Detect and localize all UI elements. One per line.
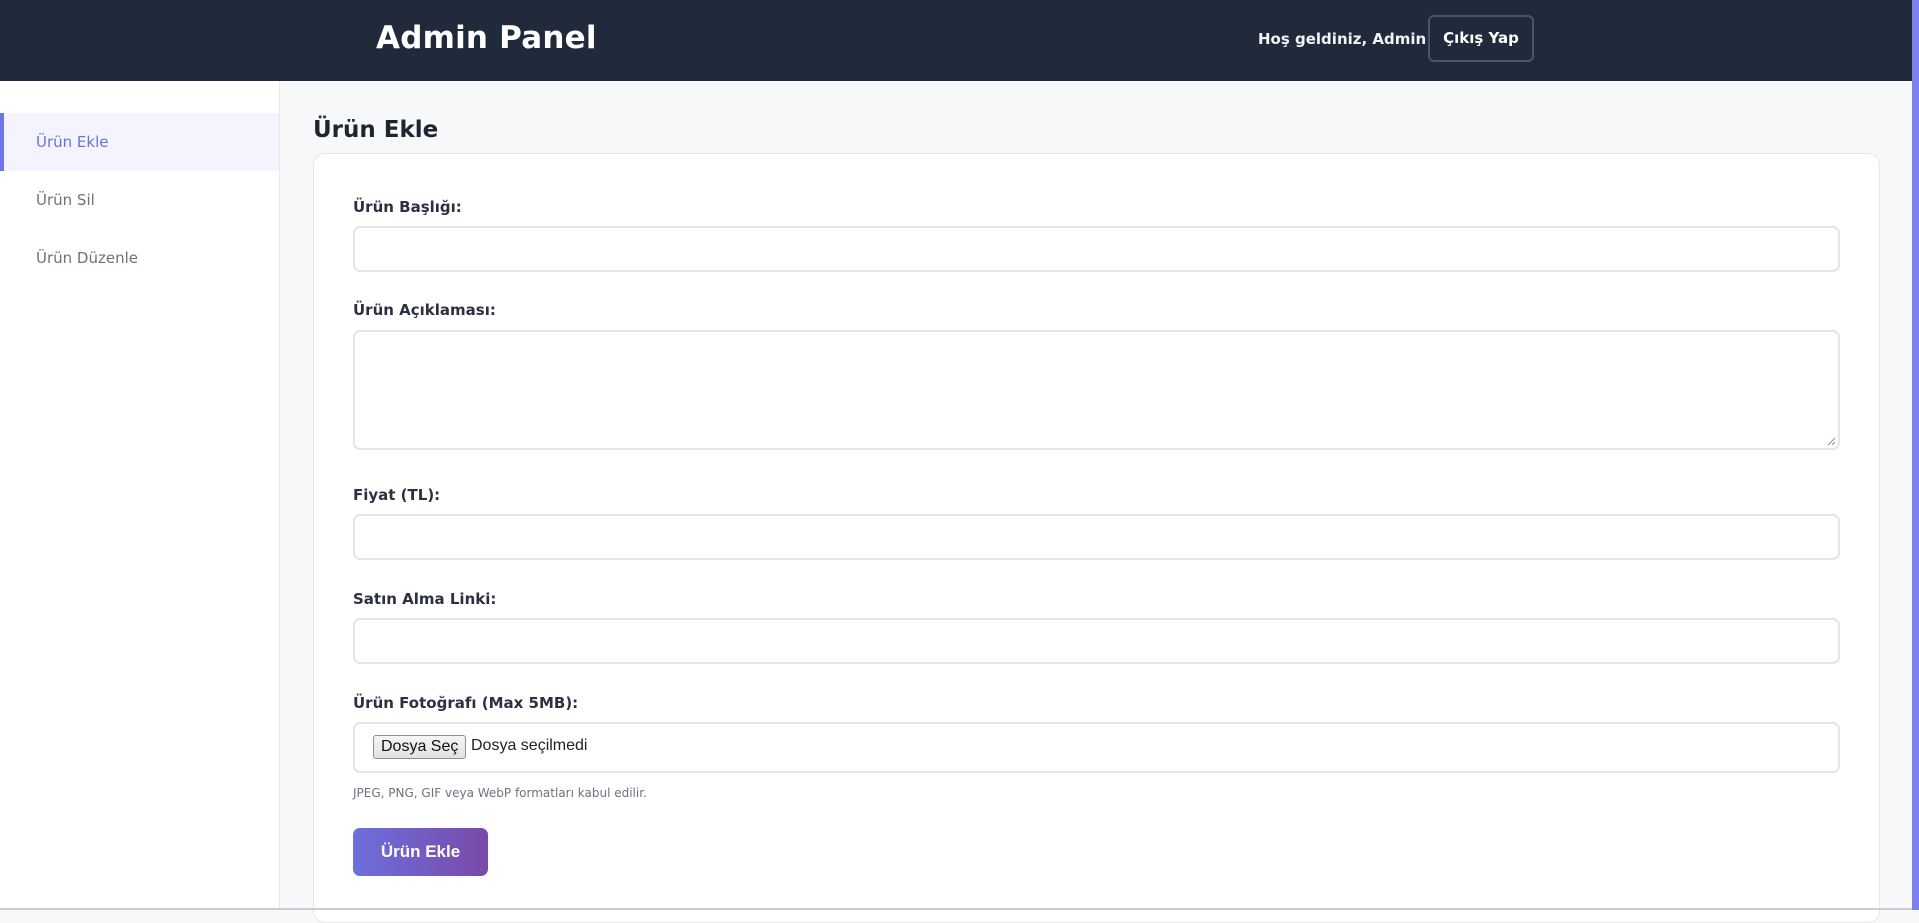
product-photo-label: Ürün Fotoğrafı (Max 5MB): (353, 694, 579, 712)
price-input[interactable] (353, 514, 1840, 560)
purchase-link-label: Satın Alma Linki: (353, 590, 497, 608)
sidebar-item-delete-product[interactable]: Ürün Sil (0, 171, 279, 229)
sidebar-item-add-product[interactable]: Ürün Ekle (0, 113, 279, 171)
resize-handle-icon[interactable] (1827, 437, 1836, 446)
price-label: Fiyat (TL): (353, 486, 441, 504)
product-description-label: Ürün Açıklaması: (353, 301, 496, 319)
purchase-link-input[interactable] (353, 618, 1840, 664)
file-format-hint: JPEG, PNG, GIF veya WebP formatları kabu… (353, 786, 647, 800)
choose-file-button[interactable]: Dosya Seç (373, 735, 467, 759)
product-photo-file-input[interactable]: Dosya Seç Dosya seçilmedi (353, 722, 1840, 773)
welcome-text: Hoş geldiniz, Admin (1258, 30, 1427, 48)
page-title: Ürün Ekle (313, 117, 439, 143)
top-header: Admin Panel Hoş geldiniz, Admin Çıkış Ya… (0, 0, 1912, 81)
logout-button[interactable]: Çıkış Yap (1428, 15, 1534, 62)
product-title-input[interactable] (353, 226, 1840, 272)
product-title-label: Ürün Başlığı: (353, 198, 462, 216)
add-product-submit-button[interactable]: Ürün Ekle (353, 828, 488, 876)
sidebar: Ürün Ekle Ürün Sil Ürün Düzenle (0, 81, 280, 910)
sidebar-item-edit-product[interactable]: Ürün Düzenle (0, 229, 279, 287)
scrollbar[interactable] (1912, 0, 1919, 910)
no-file-selected-text: Dosya seçilmedi (471, 737, 588, 754)
product-description-textarea[interactable] (353, 330, 1840, 450)
brand-title: Admin Panel (376, 20, 597, 56)
